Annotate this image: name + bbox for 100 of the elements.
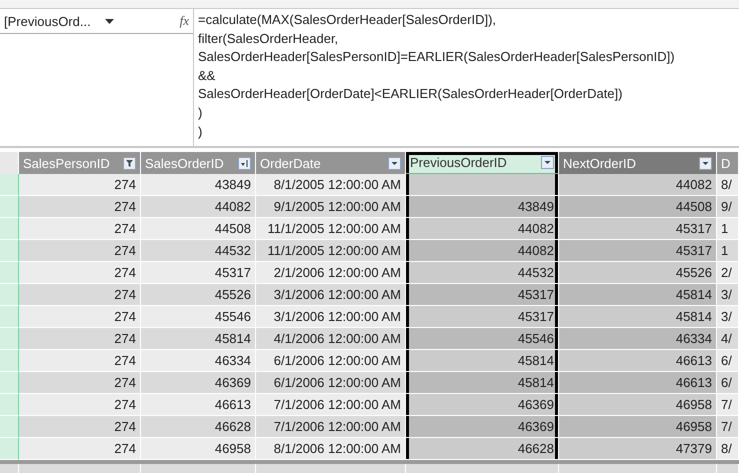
- table-cell: 2/1/2006 12:00:00 AM: [256, 262, 406, 284]
- dropdown-icon[interactable]: [388, 156, 401, 170]
- table-cell: 46628: [406, 438, 559, 460]
- table-cell: 274: [19, 372, 141, 394]
- table-cell: 274: [19, 350, 141, 372]
- row-header[interactable]: [0, 416, 19, 438]
- row-header[interactable]: [0, 196, 19, 218]
- row-header[interactable]: [0, 350, 19, 372]
- table-cell: 4/: [717, 328, 739, 350]
- table-cell: 3/1/2006 12:00:00 AM: [256, 306, 406, 328]
- table-cell: 7/1/2006 12:00:00 AM: [256, 416, 406, 438]
- table-cell: 44532: [406, 262, 559, 284]
- table-cell: 274: [19, 284, 141, 306]
- row-header[interactable]: [0, 284, 19, 306]
- table-cell: 45814: [141, 328, 256, 350]
- dropdown-icon[interactable]: [699, 156, 712, 170]
- table-cell: 6/1/2006 12:00:00 AM: [256, 350, 406, 372]
- table-cell: 44508: [559, 196, 717, 218]
- table-cell: 44082: [406, 240, 559, 262]
- total-row-cell: [717, 464, 739, 473]
- formula-line: SalesOrderHeader[OrderDate]<EARLIER(SalesOrderHeader[OrderDate]): [198, 85, 624, 104]
- total-row-cell: [0, 464, 19, 473]
- table-cell: 45526: [141, 284, 256, 306]
- table-cell: 7/: [717, 394, 739, 416]
- table-cell: 274: [19, 196, 141, 218]
- formula-line: ): [198, 122, 204, 141]
- select-all-corner[interactable]: [0, 152, 19, 174]
- row-header[interactable]: [0, 306, 19, 328]
- table-cell: 46369: [141, 372, 256, 394]
- table-cell: 45814: [406, 372, 559, 394]
- table-cell: 46613: [559, 372, 717, 394]
- table-cell: 46369: [406, 394, 559, 416]
- table-cell: 46958: [559, 394, 717, 416]
- table-cell: 45814: [406, 350, 559, 372]
- row-header[interactable]: [0, 394, 19, 416]
- table-cell: 6/: [717, 350, 739, 372]
- row-header[interactable]: [0, 328, 19, 350]
- table-cell: 44082: [141, 196, 256, 218]
- dropdown-icon[interactable]: [541, 156, 554, 169]
- table-cell: 11/1/2005 12:00:00 AM: [256, 240, 406, 262]
- table-cell: 1: [717, 218, 739, 240]
- table-cell: 274: [19, 328, 141, 350]
- row-header[interactable]: [0, 240, 19, 262]
- table-cell: 274: [19, 394, 141, 416]
- table-cell: 11/1/2005 12:00:00 AM: [256, 218, 406, 240]
- column-header[interactable]: PreviousOrderID: [406, 152, 559, 174]
- insert-function-button[interactable]: fx: [180, 13, 189, 29]
- table-cell: 7/1/2006 12:00:00 AM: [256, 394, 406, 416]
- table-cell: 45546: [406, 328, 559, 350]
- table-cell: 45814: [559, 284, 717, 306]
- table-cell: 45317: [141, 262, 256, 284]
- row-header[interactable]: [0, 174, 19, 196]
- row-header[interactable]: [0, 218, 19, 240]
- table-cell: 274: [19, 262, 141, 284]
- table-cell: 8/1/2005 12:00:00 AM: [256, 174, 406, 196]
- table-cell: 46613: [559, 350, 717, 372]
- formula-line: filter(SalesOrderHeader,: [198, 30, 340, 48]
- formula-line: =calculate(MAX(SalesOrderHeader[SalesOrderID]),: [198, 11, 498, 29]
- table-cell: 6/: [717, 372, 739, 394]
- table-cell: 45546: [141, 306, 256, 328]
- formula-line: ): [198, 104, 204, 122]
- table-cell: 45317: [406, 284, 559, 306]
- row-header[interactable]: [0, 438, 19, 460]
- table-cell: 46334: [559, 328, 717, 350]
- table-cell: 47379: [559, 438, 717, 460]
- table-cell: 45814: [559, 306, 717, 328]
- table-cell: 45317: [406, 306, 559, 328]
- name-box[interactable]: [PreviousOrd... fx: [0, 9, 193, 34]
- table-cell: 45317: [559, 240, 717, 262]
- table-cell: 6/1/2006 12:00:00 AM: [256, 372, 406, 394]
- name-box-text: [PreviousOrd...: [4, 14, 91, 28]
- table-cell: 274: [19, 174, 141, 196]
- column-header[interactable]: SalesPersonID: [19, 152, 141, 174]
- column-header[interactable]: D: [717, 152, 739, 174]
- table-cell: 8/1/2006 12:00:00 AM: [256, 438, 406, 460]
- table-cell: 4/1/2006 12:00:00 AM: [256, 328, 406, 350]
- table-cell: 274: [19, 438, 141, 460]
- table-cell: 9/: [717, 196, 739, 218]
- table-cell: 46369: [406, 416, 559, 438]
- table-cell: 44508: [141, 218, 256, 240]
- table-cell: 274: [19, 240, 141, 262]
- row-header[interactable]: [0, 372, 19, 394]
- table-cell: 3/1/2006 12:00:00 AM: [256, 284, 406, 306]
- caret-icon[interactable]: [104, 18, 114, 24]
- sort-icon[interactable]: [238, 156, 251, 170]
- table-cell: 274: [19, 416, 141, 438]
- table-cell: 45317: [559, 218, 717, 240]
- table-cell: 43849: [406, 196, 559, 218]
- row-header[interactable]: [0, 262, 19, 284]
- column-header[interactable]: NextOrderID: [559, 152, 717, 174]
- table-cell: 3/: [717, 306, 739, 328]
- table-cell: 46958: [559, 416, 717, 438]
- filter-icon[interactable]: [123, 156, 136, 170]
- column-header[interactable]: SalesOrderID: [141, 152, 256, 174]
- table-cell: 8/: [717, 174, 739, 196]
- table-cell: 44082: [406, 218, 559, 240]
- table-cell: 1: [717, 240, 739, 262]
- column-header[interactable]: OrderDate: [256, 152, 406, 174]
- table-cell: 44532: [141, 240, 256, 262]
- table-cell: 45526: [559, 262, 717, 284]
